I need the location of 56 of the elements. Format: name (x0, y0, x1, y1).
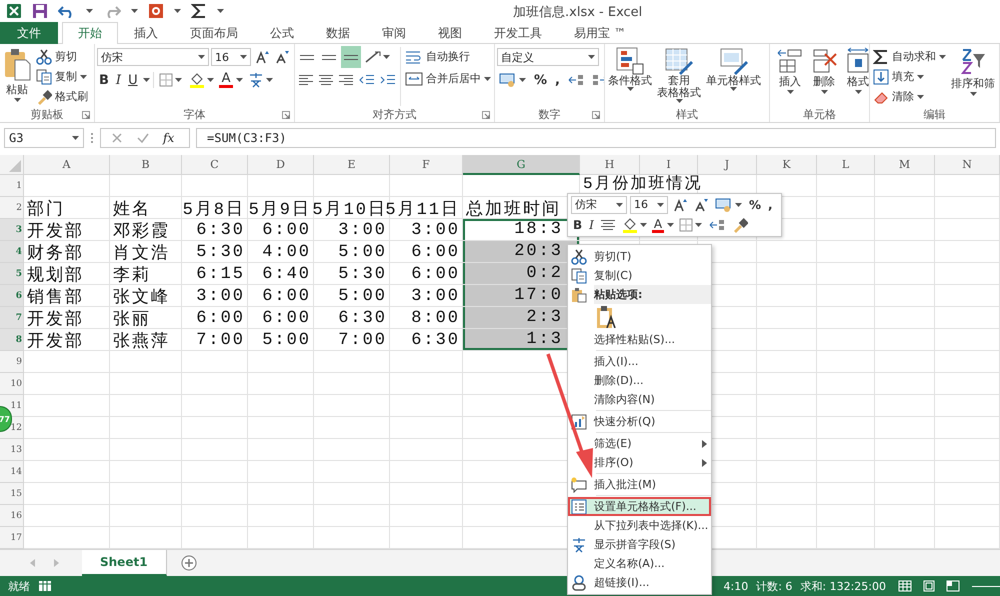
table-cell-text: 销售部 (26, 286, 85, 307)
table-cell-text: 4:00 (261, 242, 312, 263)
table-cell-text: 5月8日 (182, 200, 246, 219)
status-count: 计数: 6 (756, 578, 792, 594)
table-cell-text: 3:00 (337, 220, 388, 241)
table-cell-text: 6:00 (195, 308, 246, 329)
group-label: 剪贴板 (30, 106, 64, 122)
table-cell-text: 6:00 (410, 242, 461, 263)
table-cell-text: 6:30 (410, 330, 461, 351)
table-cell-text: 开发部 (26, 330, 85, 351)
table-cell-text: 6:00 (261, 286, 312, 307)
table-cell-text: 肖文浩 (112, 243, 171, 263)
table-cell-text: 规划部 (26, 264, 85, 285)
group-label: 样式 (676, 106, 698, 122)
table-cell-text: 6:15 (195, 264, 246, 285)
status-sum: 求和: 132:25:00 (800, 578, 886, 594)
table-cell-text: 5月10日 (314, 200, 387, 219)
table-cell-text: 7:00 (195, 330, 246, 351)
group-label: 编辑 (924, 106, 946, 122)
table-cell-text: 部门 (26, 198, 66, 219)
table-cell-text: 5月9日 (248, 200, 312, 219)
table-cell-text: 3:00 (410, 220, 461, 241)
group-label: 对齐方式 (372, 106, 416, 122)
window-title: 加班信息.xlsx - Excel (513, 4, 642, 21)
table-cell-text: 8:00 (410, 308, 461, 329)
table-cell-text: 张燕萍 (112, 331, 171, 351)
table-cell-text: 5:00 (337, 286, 388, 307)
table-cell-text: 5:30 (195, 242, 246, 263)
table-cell-text: 6:30 (337, 308, 388, 329)
status-text: 就绪 (8, 578, 30, 594)
group-label: 字体 (184, 106, 206, 122)
table-cell-text: 6:00 (261, 220, 312, 241)
table-cell-text: 开发部 (26, 308, 85, 329)
table-cell-text: 邓彩霞 (112, 221, 171, 241)
table-cell-text: 张丽 (112, 309, 152, 329)
table-cell-text: 6:00 (410, 264, 461, 285)
table-cell-text: 5:00 (337, 242, 388, 263)
table-cell-text: 财务部 (26, 242, 85, 263)
table-cell-text: 6:00 (261, 308, 312, 329)
table-cell-text: 开发部 (26, 220, 85, 241)
table-cell-text: 6:30 (195, 220, 246, 241)
table-cell-text: 5:30 (337, 264, 388, 285)
table-cell-text: 6:40 (261, 264, 312, 285)
table-cell-text: 5月份加班情况 (582, 175, 704, 195)
table-cell-text: 3:00 (195, 286, 246, 307)
group-label: 单元格 (803, 106, 836, 122)
table-cell-text: 3:00 (410, 286, 461, 307)
table-cell-text: 7:00 (337, 330, 388, 351)
menu-section-label: 粘贴选项: (594, 287, 644, 302)
table-cell-text: 李莉 (112, 265, 152, 285)
status-average: 4:10 (723, 580, 748, 592)
table-cell-text: 姓名 (112, 199, 152, 219)
table-cell-text: 总加班时间 (465, 199, 562, 219)
group-label: 数字 (538, 106, 560, 122)
table-cell-text: 5:00 (261, 330, 312, 351)
table-cell-text: 张文峰 (112, 287, 171, 307)
